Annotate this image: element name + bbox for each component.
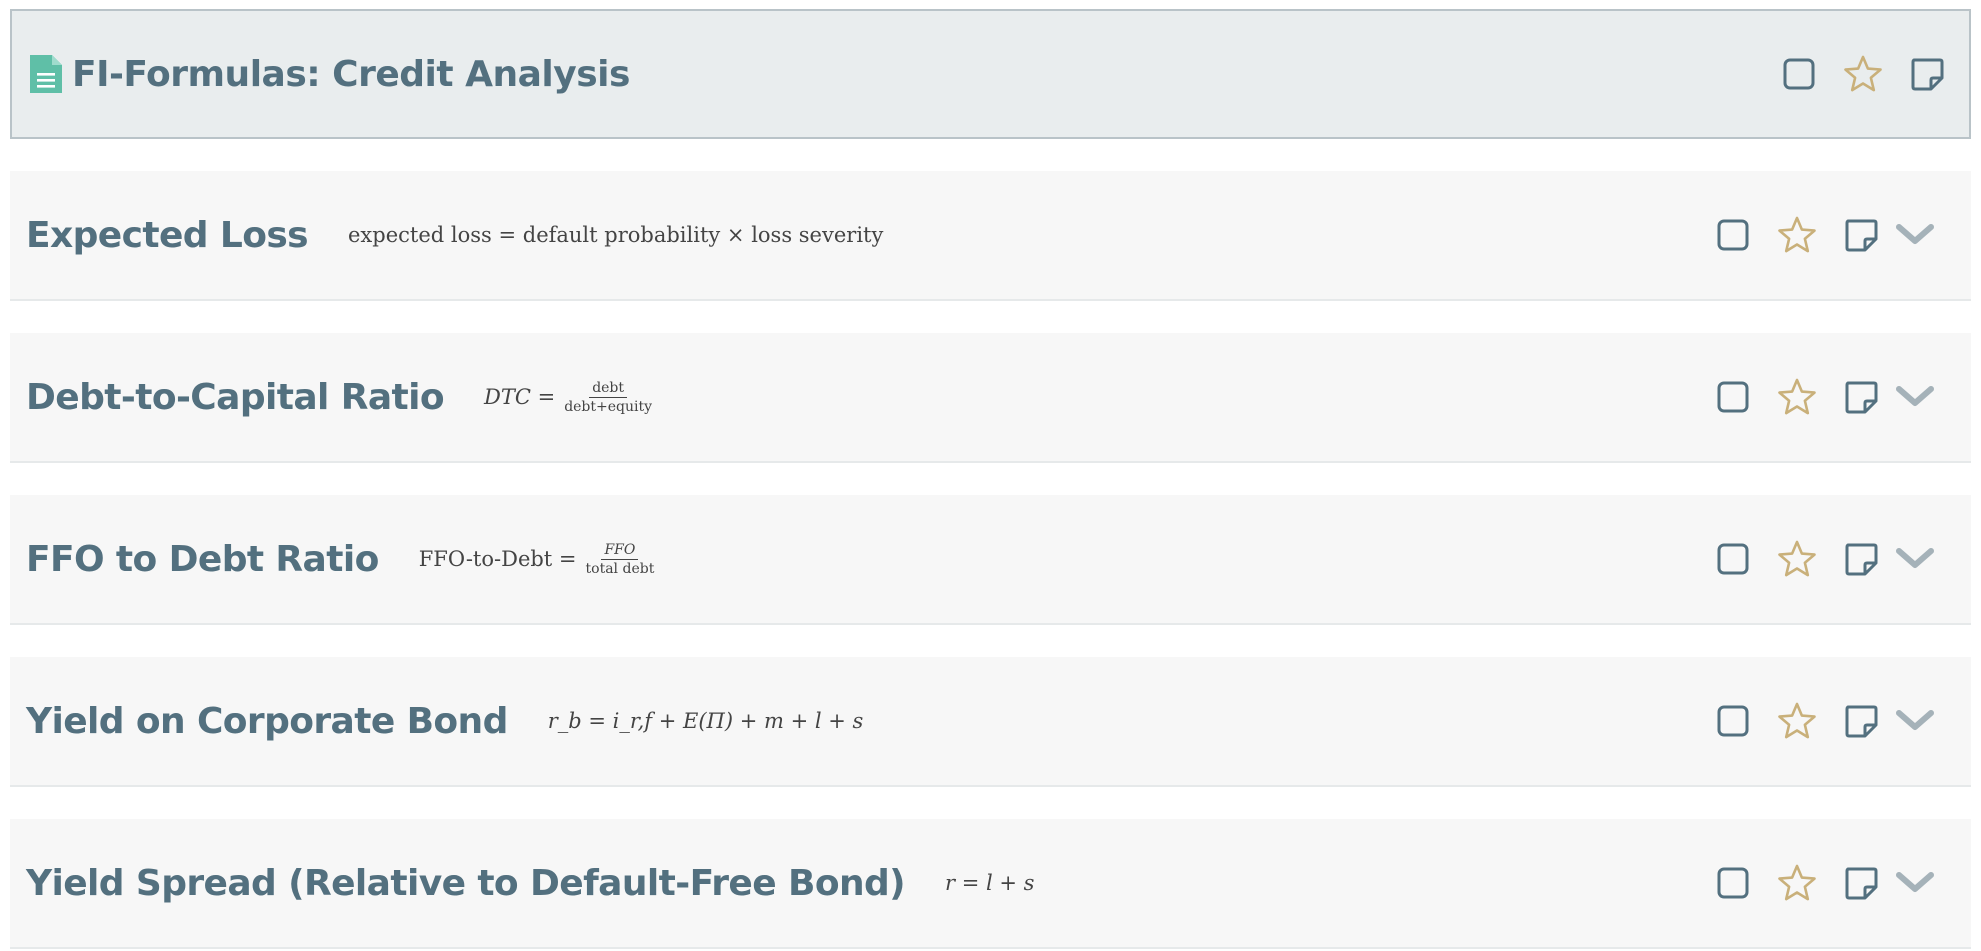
checkbox-icon[interactable] xyxy=(1713,701,1753,741)
formula-card-yield-corporate-bond[interactable]: Yield on Corporate Bond r_b = i_r,f + E(… xyxy=(10,657,1971,787)
note-icon[interactable] xyxy=(1841,377,1881,417)
card-actions xyxy=(1689,819,1935,947)
formula-numerator: FFO xyxy=(601,541,639,560)
note-icon[interactable] xyxy=(1841,863,1881,903)
note-icon[interactable] xyxy=(1841,539,1881,579)
checkbox-icon[interactable] xyxy=(1713,539,1753,579)
formula-list: FI-Formulas: Credit Analysis Expected Lo… xyxy=(10,9,1971,949)
formula-title: FFO to Debt Ratio xyxy=(26,538,379,580)
formula-expression: r_b = i_r,f + E(Π) + m + l + s xyxy=(548,709,864,733)
card-actions xyxy=(1689,495,1935,623)
checkbox-icon[interactable] xyxy=(1779,54,1819,94)
card-actions xyxy=(1689,171,1935,299)
formula-denominator: debt+equity xyxy=(564,398,653,415)
checkbox-icon[interactable] xyxy=(1713,863,1753,903)
formula-text: r = l + s xyxy=(945,871,1035,895)
formula-title: Debt-to-Capital Ratio xyxy=(26,376,445,418)
chevron-down-icon[interactable] xyxy=(1895,863,1935,903)
star-icon[interactable] xyxy=(1843,54,1883,94)
star-icon[interactable] xyxy=(1777,539,1817,579)
page-header: FI-Formulas: Credit Analysis xyxy=(10,9,1971,139)
chevron-down-icon[interactable] xyxy=(1895,377,1935,417)
formula-expression: DTC = debt debt+equity xyxy=(484,379,655,416)
chevron-down-icon[interactable] xyxy=(1895,539,1935,579)
card-actions xyxy=(1689,333,1935,461)
star-icon[interactable] xyxy=(1777,215,1817,255)
page-title: FI-Formulas: Credit Analysis xyxy=(72,53,630,95)
header-actions xyxy=(1755,11,1969,137)
formula-expression: FFO-to-Debt = FFO total debt xyxy=(419,541,658,578)
star-icon[interactable] xyxy=(1777,377,1817,417)
formula-card-yield-spread[interactable]: Yield Spread (Relative to Default-Free B… xyxy=(10,819,1971,949)
formula-title: Expected Loss xyxy=(26,214,309,256)
checkbox-icon[interactable] xyxy=(1713,377,1753,417)
formula-expression: r = l + s xyxy=(945,871,1034,895)
formula-card-ffo-to-debt[interactable]: FFO to Debt Ratio FFO-to-Debt = FFO tota… xyxy=(10,495,1971,625)
formula-title: Yield Spread (Relative to Default-Free B… xyxy=(26,862,906,904)
chevron-down-icon[interactable] xyxy=(1895,701,1935,741)
note-icon[interactable] xyxy=(1841,701,1881,741)
checkbox-icon[interactable] xyxy=(1713,215,1753,255)
formula-card-expected-loss[interactable]: Expected Loss expected loss = default pr… xyxy=(10,171,1971,301)
formula-numerator: debt xyxy=(589,379,628,398)
formula-lhs: DTC = xyxy=(484,385,556,409)
chevron-down-icon[interactable] xyxy=(1895,215,1935,255)
star-icon[interactable] xyxy=(1777,863,1817,903)
formula-text: r_b = i_r,f + E(Π) + m + l + s xyxy=(547,709,864,733)
note-icon[interactable] xyxy=(1841,215,1881,255)
note-icon[interactable] xyxy=(1907,54,1947,94)
document-icon xyxy=(28,53,64,95)
formula-fraction: FFO total debt xyxy=(583,541,658,578)
formula-fraction: debt debt+equity xyxy=(561,379,655,416)
card-actions xyxy=(1689,657,1935,785)
formula-expression: expected loss = default probability × lo… xyxy=(348,223,883,247)
star-icon[interactable] xyxy=(1777,701,1817,741)
formula-denominator: total debt xyxy=(585,560,655,577)
formula-text: expected loss = default probability × lo… xyxy=(348,223,884,247)
formula-title: Yield on Corporate Bond xyxy=(26,700,508,742)
formula-lhs: FFO-to-Debt = xyxy=(418,547,577,571)
formula-card-debt-to-capital[interactable]: Debt-to-Capital Ratio DTC = debt debt+eq… xyxy=(10,333,1971,463)
